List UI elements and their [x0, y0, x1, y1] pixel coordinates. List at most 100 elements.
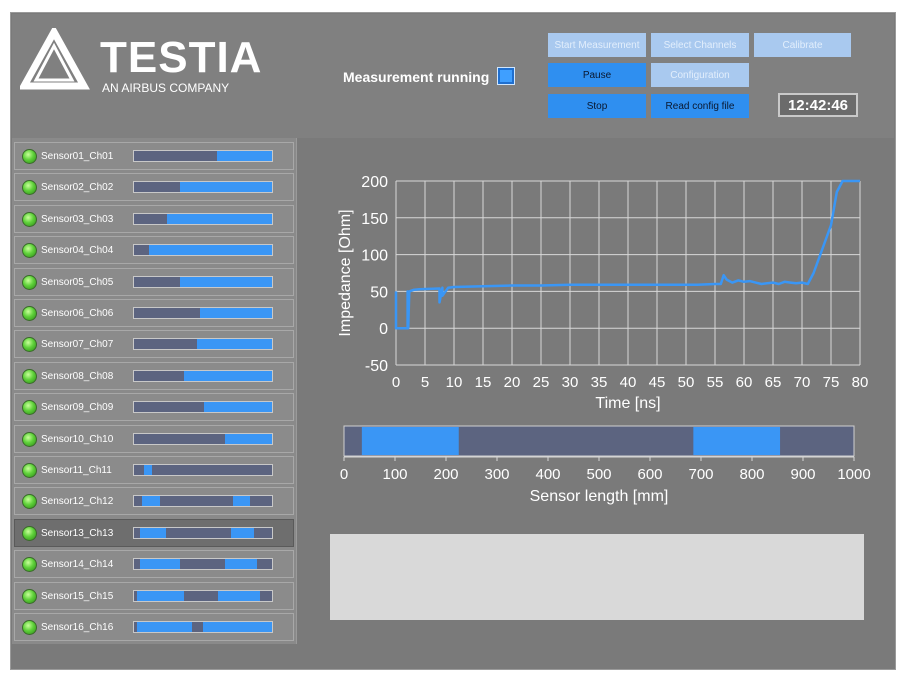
measurement-running-label: Measurement running: [343, 69, 490, 85]
coverage-segment: [204, 402, 272, 413]
x-tick-label: 300: [484, 466, 509, 483]
x-tick-label: 65: [765, 374, 782, 391]
read-config-file-button[interactable]: Read config file: [651, 94, 749, 118]
sensor-label: Sensor11_Ch11: [41, 465, 112, 476]
sensor-row[interactable]: Sensor11_Ch11: [14, 456, 294, 484]
sensor-coverage-bar: [133, 621, 273, 633]
sensor-label: Sensor03_Ch03: [41, 213, 114, 225]
x-tick-label: 40: [620, 374, 637, 391]
message-box: [330, 534, 864, 620]
coverage-segment: [216, 151, 272, 161]
x-tick-label: 45: [649, 374, 666, 391]
sensor-label: Sensor07_Ch07: [41, 339, 114, 351]
coverage-segment: [225, 559, 257, 570]
status-led-icon: [22, 180, 37, 196]
impedance-chart: 0 5 10 15 20 25 30 35 40 45 50 55 60 65 70 75 80-5005010…: [337, 174, 869, 412]
sensor-coverage-bar: [133, 244, 273, 257]
sensor-row[interactable]: Sensor09_Ch09: [14, 393, 294, 422]
sensor-label: Sensor12_Ch12: [41, 496, 114, 508]
x-tick-label: 25: [533, 374, 550, 391]
coverage-segment: [139, 559, 180, 570]
status-led-icon: [22, 525, 37, 541]
coverage-segment: [230, 527, 255, 538]
sensor-label: Sensor02_Ch02: [41, 182, 114, 194]
start-measurement-button[interactable]: Start Measurement: [548, 33, 646, 57]
x-axis-label: Sensor length [mm]: [530, 488, 669, 505]
x-tick-label: 0: [340, 466, 348, 483]
sensor-row[interactable]: Sensor08_Ch08: [14, 361, 294, 390]
sensor-row[interactable]: Sensor05_Ch05: [14, 267, 294, 296]
select-channels-button[interactable]: Select Channels: [651, 33, 749, 57]
sensor-coverage-bar: [133, 275, 273, 288]
sensor-coverage-bar: [133, 495, 273, 508]
sensor-coverage-bar: [133, 401, 273, 414]
status-led-icon: [22, 306, 37, 321]
sensor-label: Sensor15_Ch15: [41, 590, 114, 602]
coverage-segment: [136, 622, 192, 632]
calibrate-button[interactable]: Calibrate: [754, 33, 851, 57]
configuration-button[interactable]: Configuration: [651, 63, 749, 87]
x-tick-label: 700: [688, 466, 713, 483]
status-led-icon: [22, 463, 37, 478]
x-tick-label: 80: [852, 374, 869, 391]
logo-subtitle: AN AIRBUS COMPANY: [102, 81, 229, 95]
sensor-coverage-bar: [133, 558, 273, 571]
coverage-segment: [225, 433, 272, 444]
x-tick-label: 20: [504, 374, 521, 391]
x-tick-label: 900: [790, 466, 815, 483]
x-tick-label: 500: [586, 466, 611, 483]
sensor-coverage-bar: [133, 212, 273, 225]
y-tick-label: 200: [361, 174, 388, 191]
sensor-row[interactable]: Sensor02_Ch02: [14, 173, 294, 202]
sensor-coverage-bar: [133, 181, 273, 194]
sensor-label: Sensor13_Ch13: [41, 527, 114, 539]
sensor-row[interactable]: Sensor15_Ch15: [14, 581, 294, 610]
coverage-segment: [136, 590, 184, 601]
sensor-label: Sensor09_Ch09: [41, 402, 114, 414]
sensor-coverage-bar: [133, 150, 273, 162]
coverage-segment: [143, 465, 152, 475]
clock-display: 12:42:46: [778, 93, 858, 117]
sensor-length-segment: [361, 427, 459, 455]
sensor-row[interactable]: Sensor16_Ch16: [14, 613, 294, 641]
x-tick-label: 50: [678, 374, 695, 391]
testia-logo: TESTIA AN AIRBUS COMPANY: [20, 28, 261, 95]
coverage-segment: [149, 245, 272, 256]
sensor-label: Sensor08_Ch08: [41, 370, 114, 382]
status-led-icon: [22, 368, 37, 384]
x-tick-label: 70: [794, 374, 811, 391]
sensor-length-chart: 0 100 200 300 400 500 600 700 800 900 1000 Sensor l…: [340, 425, 871, 505]
x-tick-label: 55: [707, 374, 724, 391]
x-tick-label: 15: [475, 374, 492, 391]
sensor-row[interactable]: Sensor14_Ch14: [14, 550, 294, 579]
sensor-row[interactable]: Sensor03_Ch03: [14, 204, 294, 233]
sensor-label: Sensor06_Ch06: [41, 308, 114, 319]
x-tick-label: 600: [637, 466, 662, 483]
sensor-row[interactable]: Sensor13_Ch13: [14, 518, 294, 547]
sensor-row[interactable]: Sensor10_Ch10: [14, 424, 294, 453]
sensor-length-segment: [693, 427, 781, 455]
x-tick-label: 75: [823, 374, 840, 391]
x-tick-label: 0: [392, 374, 400, 391]
sensor-label: Sensor10_Ch10: [41, 433, 114, 445]
x-tick-label: 10: [446, 374, 463, 391]
y-axis-label: Impedance [Ohm]: [337, 209, 354, 336]
status-led-icon: [22, 337, 37, 353]
x-tick-label: 30: [562, 374, 579, 391]
status-led-icon: [22, 557, 37, 573]
coverage-segment: [139, 527, 166, 538]
sensor-row[interactable]: Sensor01_Ch01: [14, 142, 294, 170]
sensor-coverage-bar: [133, 307, 273, 319]
stop-button[interactable]: Stop: [548, 94, 646, 118]
y-tick-label: 150: [361, 211, 388, 228]
x-tick-label: 100: [382, 466, 407, 483]
sensor-row[interactable]: Sensor07_Ch07: [14, 330, 294, 359]
x-tick-label: 800: [739, 466, 764, 483]
sensor-row[interactable]: Sensor12_Ch12: [14, 487, 294, 516]
sensor-row[interactable]: Sensor06_Ch06: [14, 299, 294, 327]
x-tick-label: 35: [591, 374, 608, 391]
y-tick-label: 0: [379, 321, 388, 338]
pause-button[interactable]: Pause: [548, 63, 646, 87]
sensor-label: Sensor01_Ch01: [41, 151, 114, 162]
sensor-row[interactable]: Sensor04_Ch04: [14, 236, 294, 265]
